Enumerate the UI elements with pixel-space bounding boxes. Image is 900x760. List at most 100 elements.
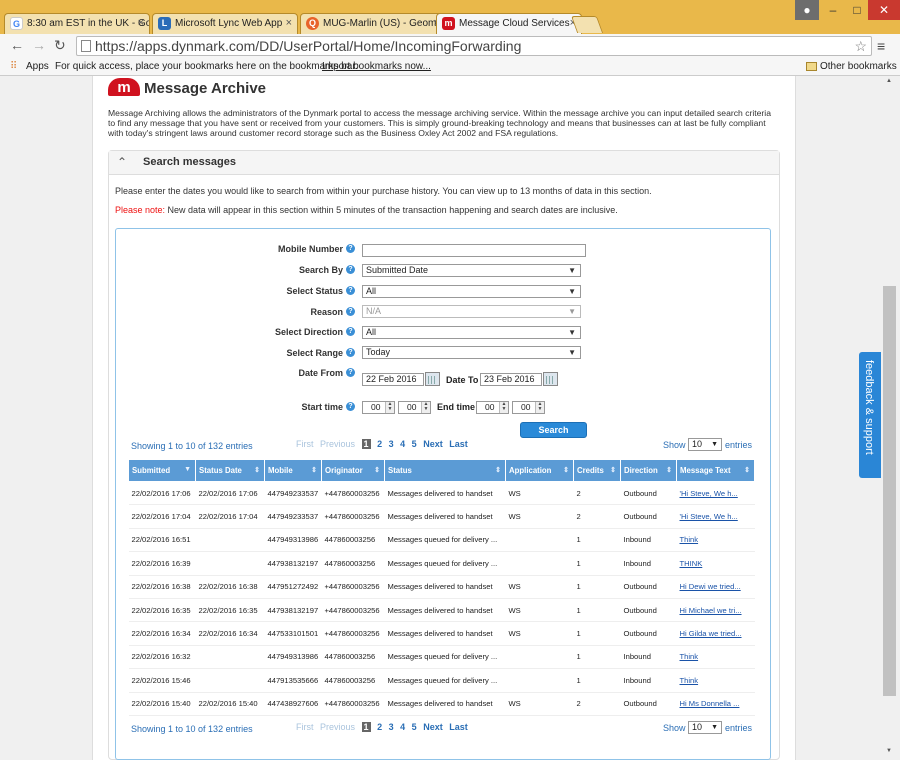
pager-next[interactable]: Next <box>423 722 443 732</box>
pager-page-2[interactable]: 2 <box>377 439 382 449</box>
forward-arrow-icon[interactable]: → <box>32 37 46 53</box>
date-to-input[interactable]: 23 Feb 2016 <box>480 373 542 386</box>
col-application[interactable]: Application ⇕ <box>505 459 574 482</box>
apps-link[interactable]: Apps <box>26 58 49 75</box>
collapse-chevron-icon[interactable]: ⌃ <box>117 155 127 169</box>
message-text-cell[interactable]: 'Hi Steve, We h... <box>676 481 755 506</box>
pager-page-2[interactable]: 2 <box>377 722 382 732</box>
col-mobile[interactable]: Mobile ⇕ <box>264 459 322 482</box>
page-length-select-bottom[interactable]: 10 ▼ <box>688 721 722 734</box>
help-icon[interactable]: ? <box>346 244 355 253</box>
pager-page-5[interactable]: 5 <box>412 439 417 449</box>
calendar-icon[interactable] <box>543 372 558 386</box>
direction-select[interactable]: All ▼ <box>362 326 581 339</box>
feedback-button[interactable]: feedback & support <box>859 352 881 478</box>
maximize-button[interactable]: □ <box>846 0 868 20</box>
other-bookmarks[interactable]: Other bookmarks <box>820 58 897 75</box>
table-row[interactable]: 22/02/2016 16:32 447949313986 447860003256… <box>128 645 755 670</box>
col-originator[interactable]: Originator ⇕ <box>321 459 385 482</box>
end-minute-spinner[interactable]: 00 ▲ ▼ <box>512 401 545 414</box>
scrollbar[interactable]: ▲ ▼ <box>880 76 900 760</box>
new-tab-button[interactable] <box>570 16 604 33</box>
message-text-cell[interactable]: 'Hi Steve, We h... <box>676 504 755 529</box>
spinner-arrows-icon[interactable]: ▲ ▼ <box>385 402 394 413</box>
date-from-input[interactable]: 22 Feb 2016 <box>362 373 424 386</box>
tab-google[interactable]: G 8:30 am EST in the UK - Go × <box>4 13 150 34</box>
col-submitted[interactable]: Submitted ▼ <box>128 459 196 482</box>
help-icon[interactable]: ? <box>346 368 355 377</box>
calendar-icon[interactable] <box>425 372 440 386</box>
help-icon[interactable]: ? <box>346 265 355 274</box>
mobile-number-input[interactable] <box>362 244 586 257</box>
scroll-down-icon[interactable]: ▼ <box>886 748 892 754</box>
minimize-button[interactable]: – <box>820 0 846 20</box>
pager-first[interactable]: First <box>296 722 314 732</box>
panel-header[interactable]: ⌃ Search messages <box>109 151 779 175</box>
pager-page-3[interactable]: 3 <box>389 439 394 449</box>
message-text-cell[interactable]: Hi Michael we tri... <box>676 598 755 623</box>
pager-last[interactable]: Last <box>449 439 468 449</box>
window-close-button[interactable]: ✕ <box>868 0 900 20</box>
start-hour-spinner[interactable]: 00 ▲ ▼ <box>362 401 395 414</box>
pager-page-5[interactable]: 5 <box>412 722 417 732</box>
table-row[interactable]: 22/02/2016 16:39 447938132197 447860003256… <box>128 551 755 576</box>
help-icon[interactable]: ? <box>346 402 355 411</box>
range-select[interactable]: Today ▼ <box>362 346 581 359</box>
spinner-arrows-icon[interactable]: ▲ ▼ <box>499 402 508 413</box>
table-row[interactable]: 22/02/2016 16:35 22/02/2016 16:35 44793813… <box>128 598 755 623</box>
pager-page-3[interactable]: 3 <box>389 722 394 732</box>
import-bookmarks-link[interactable]: Import bookmarks now... <box>322 58 431 75</box>
user-icon[interactable]: ● <box>795 0 819 20</box>
message-text-cell[interactable]: Hi Ms Donnella ... <box>676 692 755 716</box>
col-status[interactable]: Status ⇕ <box>384 459 506 482</box>
table-row[interactable]: 22/02/2016 17:06 22/02/2016 17:06 44794923… <box>128 481 755 506</box>
pager-page-4[interactable]: 4 <box>400 439 405 449</box>
scroll-up-icon[interactable]: ▲ <box>886 78 892 84</box>
message-text-cell[interactable]: THINK <box>676 551 755 576</box>
close-icon[interactable]: × <box>138 14 144 33</box>
tab-mug-marlin[interactable]: Q MUG-Marlin (US) - Geoma × <box>300 13 446 34</box>
start-minute-spinner[interactable]: 00 ▲ ▼ <box>398 401 431 414</box>
message-text-cell[interactable]: Hi Gilda we tried... <box>676 621 755 646</box>
pager-last[interactable]: Last <box>449 722 468 732</box>
spinner-arrows-icon[interactable]: ▲ ▼ <box>421 402 430 413</box>
table-row[interactable]: 22/02/2016 17:04 22/02/2016 17:04 44794923… <box>128 504 755 529</box>
tab-lync[interactable]: L Microsoft Lync Web App × <box>152 13 298 34</box>
pager-previous[interactable]: Previous <box>320 722 355 732</box>
close-icon[interactable]: × <box>286 14 292 33</box>
pager-next[interactable]: Next <box>423 439 443 449</box>
status-select[interactable]: All ▼ <box>362 285 581 298</box>
help-icon[interactable]: ? <box>346 307 355 316</box>
message-text-cell[interactable]: Hi Dewi we tried... <box>676 575 755 599</box>
help-icon[interactable]: ? <box>346 327 355 336</box>
reload-icon[interactable]: ↻ <box>54 37 66 54</box>
table-row[interactable]: 22/02/2016 15:46 447913535666 447860003256… <box>128 668 755 693</box>
back-arrow-icon[interactable]: ← <box>10 37 24 53</box>
pager-first[interactable]: First <box>296 439 314 449</box>
menu-icon[interactable]: ≡ <box>877 38 885 54</box>
table-row[interactable]: 22/02/2016 16:38 22/02/2016 16:38 44795127… <box>128 575 755 599</box>
col-message-text[interactable]: Message Text ⇕ <box>676 459 755 482</box>
table-row[interactable]: 22/02/2016 15:40 22/02/2016 15:40 44743892… <box>128 692 755 716</box>
message-text-cell[interactable]: Think <box>676 668 755 693</box>
col-direction[interactable]: Direction ⇕ <box>620 459 677 482</box>
page-length-select-top[interactable]: 10 ▼ <box>688 438 722 451</box>
tab-message-cloud[interactable]: m Message Cloud Services - × <box>436 13 582 34</box>
address-bar[interactable]: https://apps.dynmark.com/DD/UserPortal/H… <box>76 36 872 56</box>
pager-page-1[interactable]: 1 <box>361 722 371 732</box>
pager-page-4[interactable]: 4 <box>400 722 405 732</box>
pager-previous[interactable]: Previous <box>320 439 355 449</box>
message-text-cell[interactable]: Think <box>676 528 755 553</box>
help-icon[interactable]: ? <box>346 286 355 295</box>
search-button[interactable]: Search <box>520 422 587 438</box>
help-icon[interactable]: ? <box>346 348 355 357</box>
col-status-date[interactable]: Status Date ⇕ <box>195 459 265 482</box>
end-hour-spinner[interactable]: 00 ▲ ▼ <box>476 401 509 414</box>
message-text-cell[interactable]: Think <box>676 645 755 670</box>
pager-page-1[interactable]: 1 <box>361 439 371 449</box>
table-row[interactable]: 22/02/2016 16:51 447949313986 447860003256… <box>128 528 755 553</box>
star-icon[interactable]: ☆ <box>854 37 867 55</box>
search-by-select[interactable]: Submitted Date ▼ <box>362 264 581 277</box>
spinner-arrows-icon[interactable]: ▲ ▼ <box>535 402 544 413</box>
table-row[interactable]: 22/02/2016 16:34 22/02/2016 16:34 44753310… <box>128 621 755 646</box>
